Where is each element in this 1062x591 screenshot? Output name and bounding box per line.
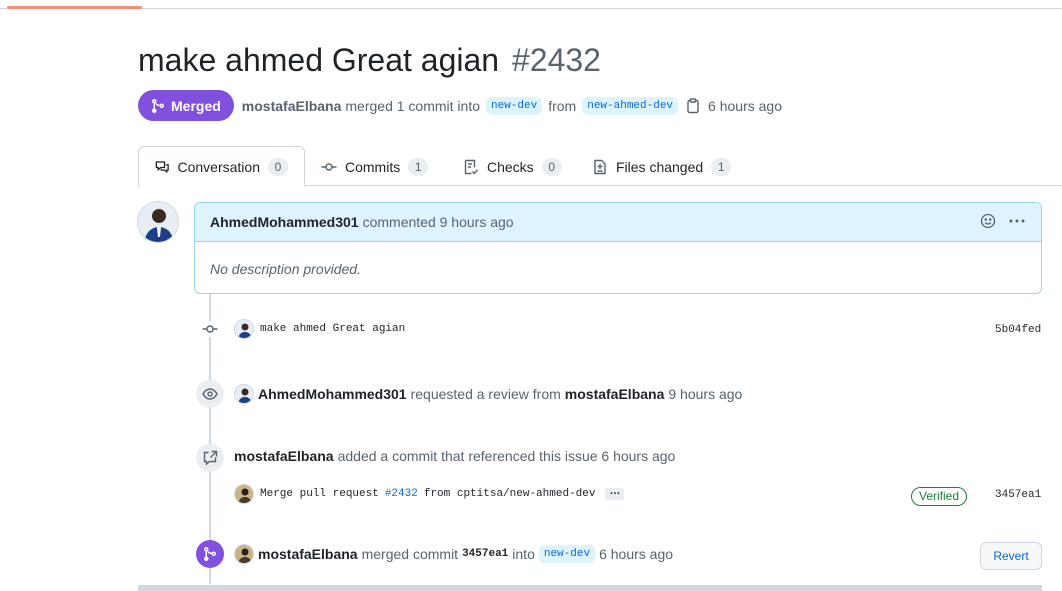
merged-state-badge: Merged	[138, 90, 234, 121]
reference-text: added a commit that referenced this issu…	[337, 448, 676, 464]
ref-commit-prefix[interactable]: Merge pull request	[260, 488, 379, 500]
active-nav-indicator	[7, 6, 142, 9]
pr-title-text: make ahmed Great agian	[138, 42, 500, 78]
merged-author[interactable]: mostafaElbana	[258, 546, 358, 562]
merged-time: 6 hours ago	[599, 546, 674, 562]
avatar[interactable]	[234, 319, 254, 339]
merged-branch[interactable]: new-dev	[538, 545, 596, 563]
git-merge-icon	[152, 98, 164, 113]
commit-message[interactable]: make ahmed Great agian	[260, 323, 405, 335]
checklist-icon	[464, 159, 479, 174]
tab-label: Files changed	[616, 158, 704, 175]
comment-discussion-icon	[155, 160, 169, 173]
tab-commits[interactable]: Commits 1	[305, 146, 444, 187]
kebab-horizontal-icon[interactable]	[1008, 213, 1026, 232]
tab-conversation[interactable]: Conversation 0	[138, 146, 305, 187]
pr-number: #2432	[511, 42, 601, 78]
base-branch[interactable]: new-dev	[486, 96, 543, 115]
timeline-merged: mostafaElbana merged commit 3457ea1 into…	[234, 544, 673, 564]
top-nav-border	[0, 0, 1062, 9]
review-text: requested a review from	[410, 386, 561, 402]
tab-label: Commits	[345, 158, 401, 175]
comment-action: commented 9 hours ago	[362, 214, 514, 230]
tab-label: Conversation	[177, 158, 261, 175]
git-commit-icon	[202, 321, 218, 337]
expand-message-button[interactable]: …	[605, 486, 625, 500]
timeline-bottom-bar	[138, 585, 1042, 591]
merged-sha[interactable]: 3457ea1	[462, 548, 508, 560]
comment-body: No description provided.	[210, 261, 361, 277]
reviewer[interactable]: mostafaElbana	[565, 386, 665, 402]
tab-label: Checks	[487, 158, 534, 175]
merged-text: merged 1 commit into	[345, 97, 480, 114]
from-text: from	[548, 97, 577, 114]
timeline-ref-commit: Merge pull request #2432 from cptitsa/ne…	[234, 484, 625, 504]
tab-files-changed[interactable]: Files changed 1	[576, 146, 747, 187]
comment-header: AhmedMohammed301 commented 9 hours ago	[195, 203, 1041, 242]
file-diff-icon	[594, 159, 606, 174]
avatar[interactable]	[234, 384, 254, 404]
avatar[interactable]	[137, 201, 179, 243]
review-author[interactable]: AhmedMohammed301	[258, 386, 407, 402]
smiley-icon[interactable]	[980, 213, 996, 232]
avatar[interactable]	[234, 544, 254, 564]
tab-counter: 1	[711, 157, 732, 176]
comment-box: AhmedMohammed301 commented 9 hours ago N…	[194, 202, 1042, 294]
ref-commit-sha[interactable]: 3457ea1	[995, 489, 1041, 501]
tab-checks[interactable]: Checks 0	[447, 146, 578, 187]
comment-author[interactable]: AhmedMohammed301	[210, 214, 359, 230]
avatar[interactable]	[234, 484, 254, 504]
commit-sha[interactable]: 5b04fed	[995, 324, 1041, 336]
ref-commit-suffix[interactable]: from cptitsa/new-ahmed-dev	[424, 488, 596, 500]
merged-commit-text: merged commit	[361, 546, 459, 562]
tab-counter: 1	[408, 157, 429, 176]
pr-tabs: Conversation 0 Commits 1 Checks 0 Files …	[138, 146, 1062, 187]
git-commit-icon	[321, 162, 337, 171]
merger-link[interactable]: mostafaElbana	[242, 98, 342, 114]
eye-icon	[196, 380, 224, 408]
timeline-commit: make ahmed Great agian	[234, 319, 405, 339]
pr-meta: Merged mostafaElbana merged 1 commit int…	[138, 90, 782, 121]
tab-counter: 0	[268, 157, 288, 176]
review-time: 9 hours ago	[668, 386, 743, 402]
timeline-review-request: AhmedMohammed301 requested a review from…	[234, 384, 742, 404]
head-branch[interactable]: new-ahmed-dev	[582, 96, 679, 115]
reference-author[interactable]: mostafaElbana	[234, 448, 334, 464]
tab-counter: 0	[541, 157, 562, 176]
copy-icon[interactable]	[686, 97, 700, 114]
pr-title: make ahmed Great agian #2432	[138, 42, 601, 79]
ref-commit-pr-link[interactable]: #2432	[385, 488, 418, 500]
merged-state-label: Merged	[171, 97, 221, 114]
verified-badge[interactable]: Verified	[911, 487, 968, 506]
git-merge-icon	[196, 540, 224, 568]
timeline-reference: mostafaElbana added a commit that refere…	[234, 448, 675, 464]
comment-actions	[980, 213, 1026, 232]
revert-button[interactable]: Revert	[980, 542, 1042, 570]
merged-time: 6 hours ago	[708, 97, 782, 114]
merged-into-text: into	[512, 546, 535, 562]
cross-reference-icon	[196, 444, 224, 472]
